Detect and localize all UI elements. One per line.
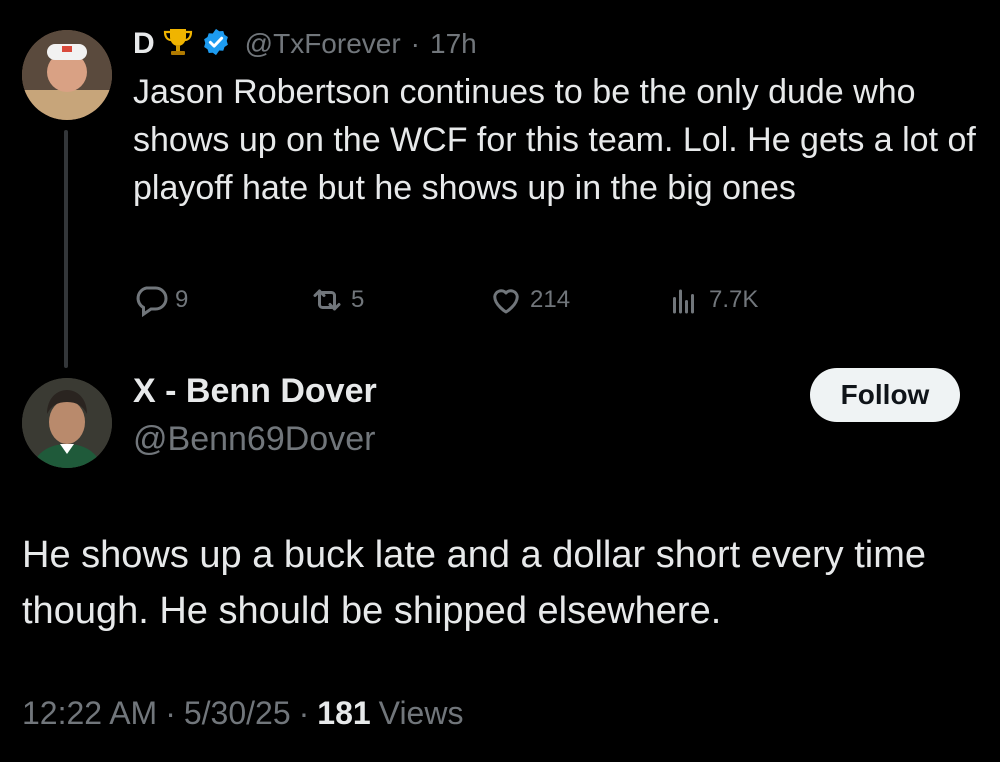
views-button[interactable]: 7.7K [667,278,758,322]
reply-display-name[interactable]: X - Benn Dover [133,372,377,411]
parent-timestamp[interactable]: 17h [430,28,477,60]
like-count: 214 [530,286,571,313]
parent-avatar[interactable] [22,30,112,120]
like-button[interactable]: 214 [488,278,570,322]
follow-button[interactable]: Follow [810,368,960,422]
reply-meta: 12:22 AM · 5/30/25 · 181 Views [22,695,463,732]
reply-handle[interactable]: @Benn69Dover [133,420,375,459]
separator-dot: · [298,695,310,731]
reply-timestamp[interactable]: 12:22 AM [22,695,157,732]
reply-tweet-text: He shows up a buck late and a dollar sho… [22,534,927,632]
repost-icon [309,282,345,318]
repost-button[interactable]: 5 [309,278,364,322]
separator-dot: · [410,28,420,59]
reply-views-label: Views [378,695,464,731]
reply-icon [133,282,169,318]
thread-line [64,130,68,368]
like-icon [488,282,524,318]
reply-count: 9 [175,286,189,313]
parent-tweet-header: D @TxForever · 17h [133,22,477,66]
verified-badge-icon [201,27,231,62]
views-count: 7.7K [709,286,759,313]
reply-views-count[interactable]: 181 [317,695,370,732]
reply-button[interactable]: 9 [133,278,188,322]
parent-tweet-text: Jason Robertson continues to be the only… [133,73,976,207]
separator-dot: · [165,695,176,731]
reply-avatar[interactable] [22,378,112,468]
views-icon [667,282,703,318]
trophy-icon [161,25,195,64]
repost-count: 5 [351,286,365,313]
parent-display-name[interactable]: D [133,27,155,61]
parent-handle[interactable]: @TxForever [245,28,401,60]
reply-date[interactable]: 5/30/25 [184,695,291,732]
